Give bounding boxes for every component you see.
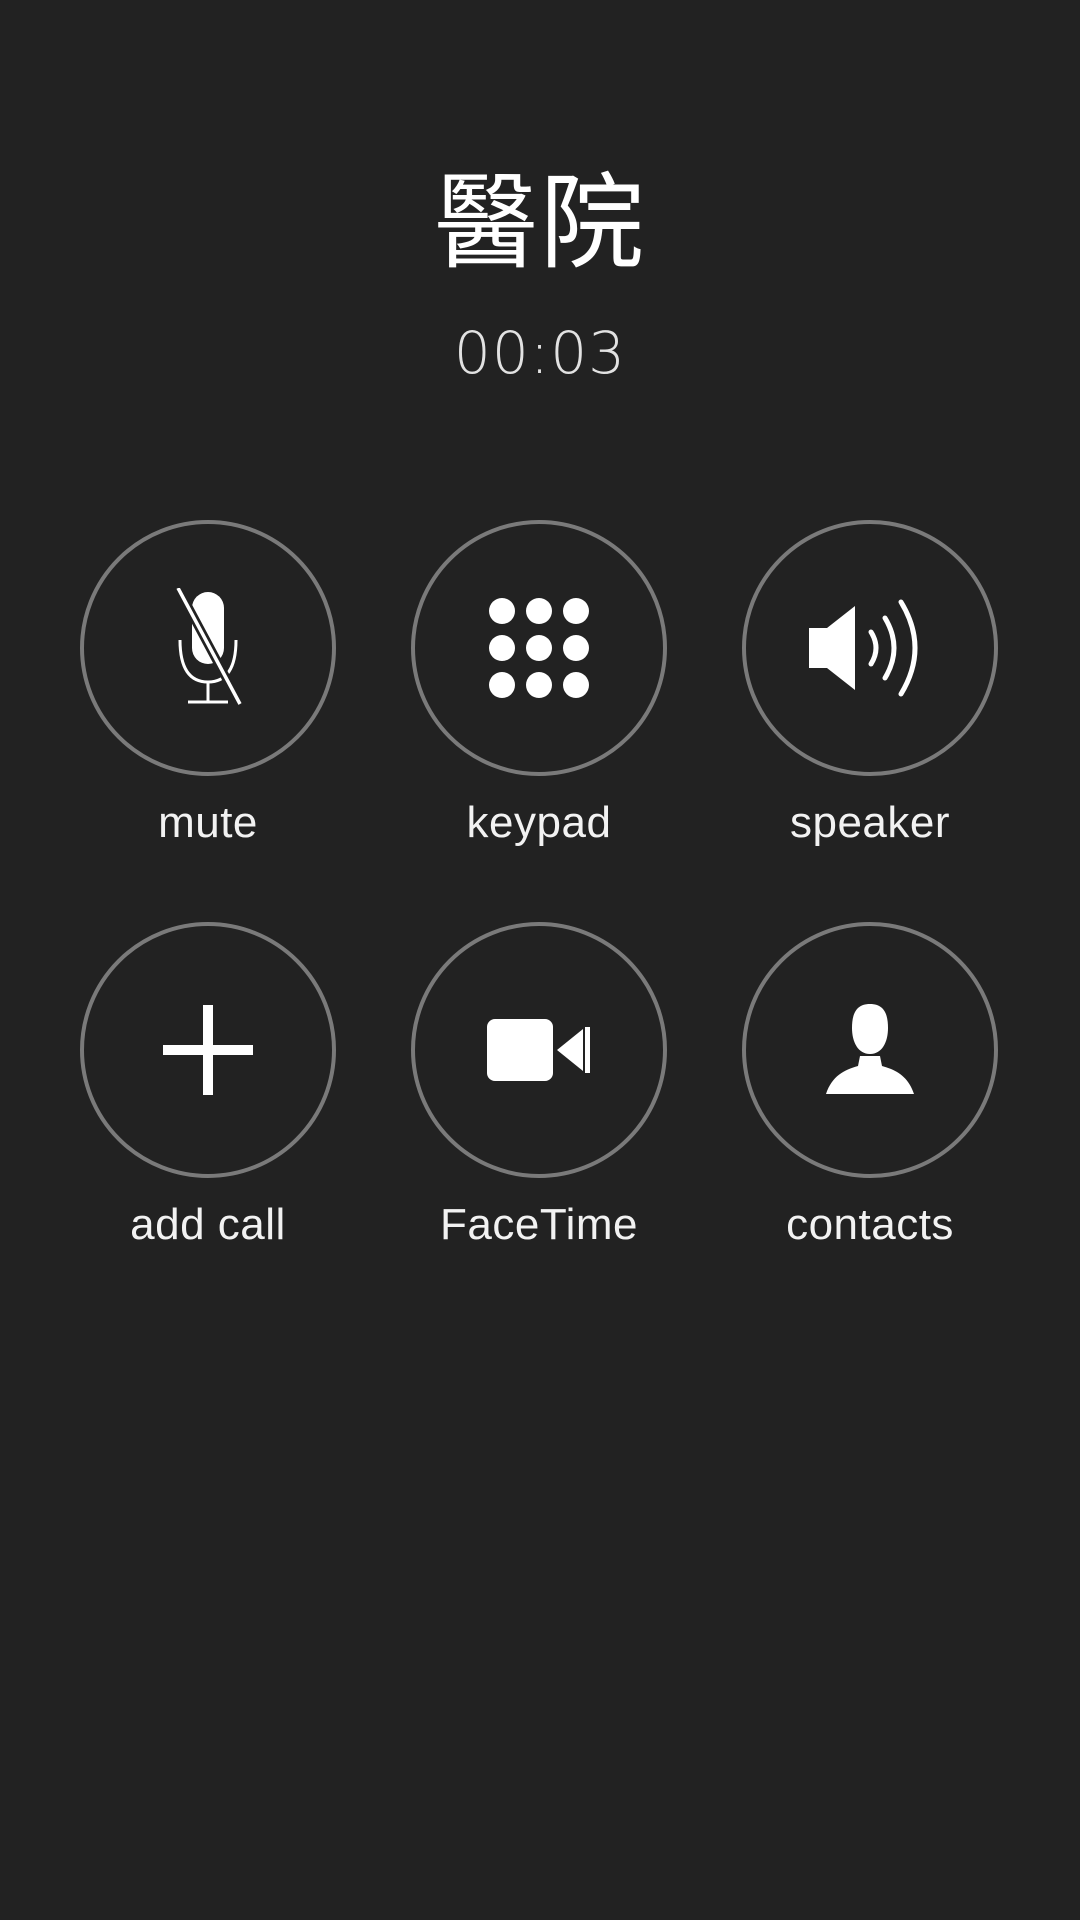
facetime-label: FaceTime xyxy=(440,1200,638,1249)
plus-icon xyxy=(163,1005,253,1095)
keypad-button[interactable]: keypad xyxy=(411,520,667,850)
video-camera-icon xyxy=(487,1019,591,1081)
call-header: 醫院 00:03 xyxy=(0,0,1080,420)
contacts-button-circle[interactable] xyxy=(742,922,998,1178)
call-controls: mute keypad speaker add call FaceTime co… xyxy=(0,520,1080,1320)
mute-button-circle[interactable] xyxy=(80,520,336,776)
add-call-label: add call xyxy=(130,1200,286,1249)
call-timer: 00:03 xyxy=(453,319,627,387)
facetime-button-circle[interactable] xyxy=(411,922,667,1178)
speaker-icon xyxy=(805,598,935,698)
speaker-button-circle[interactable] xyxy=(742,520,998,776)
person-icon xyxy=(822,1002,918,1098)
contacts-label: contacts xyxy=(786,1200,954,1249)
mute-button[interactable]: mute xyxy=(80,520,336,850)
call-screen: 醫院 00:03 mute keypad speaker add call Fa… xyxy=(0,0,1080,1920)
empty-bottom-area xyxy=(0,1320,1080,1920)
keypad-grid-icon xyxy=(489,598,589,698)
caller-name: 醫院 xyxy=(433,162,646,284)
mic-slash-icon xyxy=(168,588,248,708)
speaker-label: speaker xyxy=(789,798,951,847)
keypad-button-circle[interactable] xyxy=(411,520,667,776)
keypad-label: keypad xyxy=(466,798,612,847)
contacts-button[interactable]: contacts xyxy=(742,922,998,1252)
add-call-button-circle[interactable] xyxy=(80,922,336,1178)
add-call-button[interactable]: add call xyxy=(80,922,336,1252)
facetime-button[interactable]: FaceTime xyxy=(411,922,667,1252)
mute-label: mute xyxy=(158,798,258,847)
speaker-button[interactable]: speaker xyxy=(742,520,998,850)
